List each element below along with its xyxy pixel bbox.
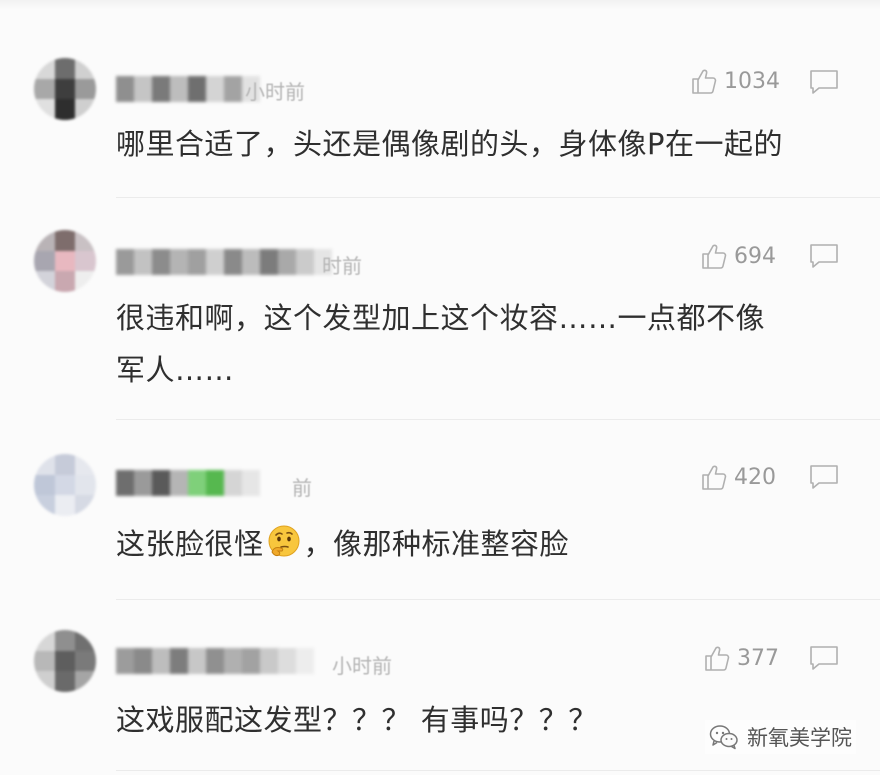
like-button[interactable]: 694 xyxy=(700,241,776,271)
comment-text: 哪里合适了，头还是偶像剧的头，身体像P在一起的 xyxy=(116,118,846,170)
thumbs-up-icon xyxy=(702,244,727,269)
user-avatar[interactable] xyxy=(34,58,96,120)
like-count: 1034 xyxy=(724,68,780,94)
like-count: 694 xyxy=(734,243,776,269)
like-button[interactable]: 377 xyxy=(703,643,779,673)
thumbs-up-icon xyxy=(702,465,727,490)
comment-divider xyxy=(116,770,880,771)
comment-bubble-icon xyxy=(810,465,838,489)
user-avatar[interactable] xyxy=(34,630,96,692)
thumbs-up-icon xyxy=(692,69,717,94)
comment-text: 很违和啊，这个发型加上这个妆容……一点都不像 军人…… xyxy=(116,292,846,396)
comment-text-segment: 这张脸很怪 xyxy=(116,527,264,561)
like-button[interactable]: 420 xyxy=(700,462,776,492)
reply-button[interactable] xyxy=(808,462,840,492)
username-redacted[interactable] xyxy=(116,470,260,496)
comment-text-line: 这戏服配这发型？？？ 有事吗？？？ xyxy=(116,703,598,737)
source-watermark: 新氧美学院 xyxy=(705,720,856,754)
like-count: 420 xyxy=(734,464,776,490)
comment-bubble-icon xyxy=(810,244,838,268)
reply-button[interactable] xyxy=(808,241,840,271)
avatar-mosaic xyxy=(34,58,96,120)
comment-item: 时前 694 很违和啊，这个发型加上这个妆容……一点都不像 军人…… xyxy=(0,198,880,420)
comment-text-line: 哪里合适了，头还是偶像剧的头，身体像P在一起的 xyxy=(116,127,783,161)
comment-item: 前 420 这张脸很怪 ，像那种标准整容脸 xyxy=(0,420,880,600)
reply-button[interactable] xyxy=(808,643,840,673)
username-redacted[interactable] xyxy=(116,648,314,674)
comment-text-line: 军人…… xyxy=(116,353,235,387)
comment-text: 这张脸很怪 ，像那种标准整容脸 xyxy=(116,518,846,570)
avatar-mosaic xyxy=(34,454,96,516)
username-redacted[interactable] xyxy=(116,249,332,275)
reply-button[interactable] xyxy=(808,67,840,97)
comment-time: 小时前 xyxy=(245,80,305,104)
username-redacted[interactable] xyxy=(116,76,260,102)
avatar-mosaic xyxy=(34,630,96,692)
thinking-face-icon xyxy=(268,525,300,557)
comment-bubble-icon xyxy=(810,646,838,670)
comment-time: 前 xyxy=(292,476,312,500)
comment-bubble-icon xyxy=(810,70,838,94)
comment-text-segment: ，像那种标准整容脸 xyxy=(303,527,570,561)
like-button[interactable]: 1034 xyxy=(690,66,780,96)
user-avatar[interactable] xyxy=(34,454,96,516)
comment-time: 小时前 xyxy=(332,654,392,678)
comment-time: 时前 xyxy=(322,254,362,278)
comment-item: 小时前 1034 哪里合适了，头还是偶像剧的头，身体像P在一起的 xyxy=(0,0,880,198)
like-count: 377 xyxy=(737,645,779,671)
wechat-icon xyxy=(709,725,738,750)
user-avatar[interactable] xyxy=(34,230,96,292)
watermark-text: 新氧美学院 xyxy=(747,726,852,750)
comment-feed: 小时前 1034 哪里合适了，头还是偶像剧的头，身体像P在一起的 时前 694 … xyxy=(0,0,880,775)
comment-text-line: 很违和啊，这个发型加上这个妆容……一点都不像 xyxy=(116,301,766,335)
thumbs-up-icon xyxy=(705,646,730,671)
avatar-mosaic xyxy=(34,230,96,292)
